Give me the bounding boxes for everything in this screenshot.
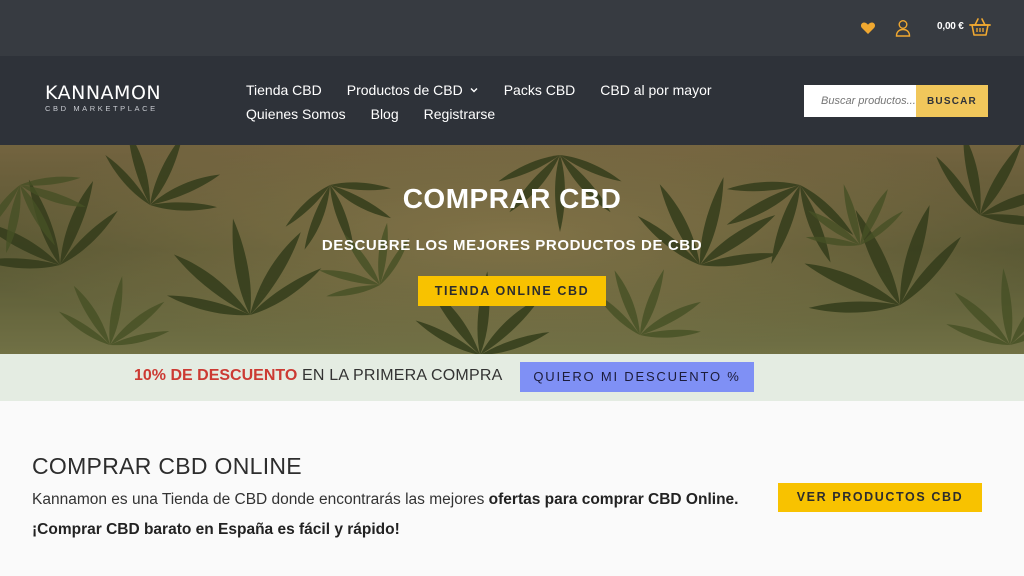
heart-icon[interactable] bbox=[860, 20, 876, 36]
intro-text: Kannamon es una Tienda de CBD donde enco… bbox=[32, 491, 489, 508]
site-logo[interactable]: KANNAMON CBD MARKETPLACE bbox=[45, 83, 180, 113]
nav-cbd-al-por-mayor[interactable]: CBD al por mayor bbox=[600, 82, 711, 98]
cart-total[interactable]: 0,00 € bbox=[937, 21, 964, 32]
main-header: KANNAMON CBD MARKETPLACE Tienda CBD Prod… bbox=[0, 56, 1024, 145]
promo-strip: 10% DE DESCUENTO EN LA PRIMERA COMPRA QU… bbox=[0, 354, 1024, 401]
hero-banner: COMPRAR CBD DESCUBRE LOS MEJORES PRODUCT… bbox=[0, 145, 1024, 354]
nav-blog[interactable]: Blog bbox=[371, 106, 399, 122]
hero-title: COMPRAR CBD bbox=[402, 183, 622, 214]
section-heading: COMPRAR CBD ONLINE bbox=[32, 453, 302, 479]
logo-subtitle: CBD MARKETPLACE bbox=[45, 104, 158, 113]
promo-rest: EN LA PRIMERA COMPRA bbox=[297, 367, 503, 384]
main-content: COMPRAR CBD ONLINE Kannamon es una Tiend… bbox=[0, 401, 1024, 576]
intro-paragraph: Kannamon es una Tienda de CBD donde enco… bbox=[32, 491, 738, 509]
ver-productos-button[interactable]: VER PRODUCTOS CBD bbox=[778, 483, 982, 512]
search-input[interactable] bbox=[804, 85, 916, 117]
promo-highlight: 10% DE DESCUENTO bbox=[134, 367, 298, 384]
promo-text: 10% DE DESCUENTO EN LA PRIMERA COMPRA bbox=[134, 367, 502, 385]
top-bar: 0,00 € bbox=[0, 0, 1024, 56]
nav-quienes-somos[interactable]: Quienes Somos bbox=[246, 106, 346, 122]
nav-registrarse[interactable]: Registrarse bbox=[424, 106, 496, 122]
tienda-online-button[interactable]: TIENDA ONLINE CBD bbox=[418, 276, 606, 306]
hero-subtitle: DESCUBRE LOS MEJORES PRODUCTOS DE CBD bbox=[321, 237, 703, 254]
logo-name: KANNAMON bbox=[45, 82, 162, 104]
nav-packs-cbd[interactable]: Packs CBD bbox=[504, 82, 576, 98]
discount-button[interactable]: QUIERO MI DESCUENTO % bbox=[520, 362, 754, 392]
main-navigation: Tienda CBD Productos de CBD Packs CBD CB… bbox=[246, 78, 746, 126]
search-button[interactable]: BUSCAR bbox=[916, 85, 988, 117]
basket-icon[interactable] bbox=[969, 17, 991, 37]
chevron-down-icon bbox=[470, 88, 478, 93]
nav-productos-cbd[interactable]: Productos de CBD bbox=[347, 82, 479, 98]
nav-productos-label: Productos de CBD bbox=[346, 82, 463, 98]
nav-tienda-cbd[interactable]: Tienda CBD bbox=[246, 82, 322, 98]
tagline: ¡Comprar CBD barato en España es fácil y… bbox=[32, 521, 400, 538]
intro-bold: ofertas para comprar CBD Online. bbox=[488, 491, 739, 508]
search-form: BUSCAR bbox=[804, 85, 988, 117]
user-icon[interactable] bbox=[895, 19, 911, 37]
